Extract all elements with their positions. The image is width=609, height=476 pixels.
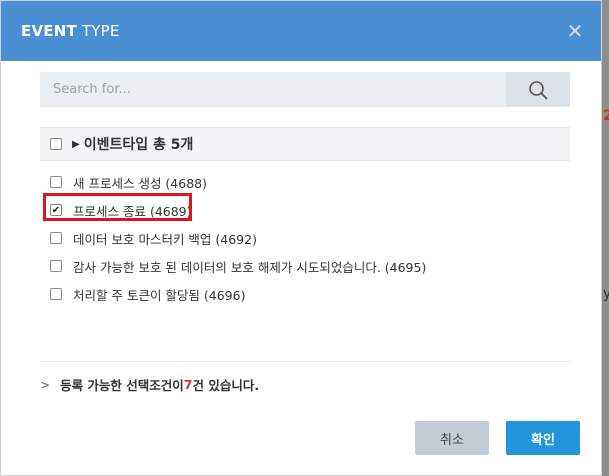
event-type-dialog: EVENT TYPE ✕ ▶ 이벤트타입 총 5개 새 프로세스 생성 (468…: [0, 0, 602, 476]
group-header[interactable]: ▶ 이벤트타입 총 5개: [40, 127, 570, 161]
event-type-list: ▶ 이벤트타입 총 5개 새 프로세스 생성 (4688) ✔ 프로세스 종료 …: [40, 127, 570, 308]
item-checkbox[interactable]: [50, 232, 62, 244]
divider: [40, 361, 570, 362]
event-items: 새 프로세스 생성 (4688) ✔ 프로세스 종료 (4689) 데이터 보호…: [40, 161, 570, 308]
dialog-title-light: TYPE: [76, 22, 120, 40]
chevron-right-icon: >: [40, 377, 51, 392]
item-label: 데이터 보호 마스터키 백업 (4692): [73, 231, 257, 247]
list-item[interactable]: 감사 가능한 보호 된 데이터의 보호 해제가 시도되었습니다. (4695): [40, 252, 570, 280]
item-label: 새 프로세스 생성 (4688): [73, 175, 207, 191]
group-checkbox[interactable]: [50, 138, 62, 150]
search-icon: [529, 80, 548, 99]
selection-highlight-box: [43, 193, 192, 221]
summary-count: 7: [183, 377, 193, 392]
item-label: 감사 가능한 보호 된 데이터의 보호 해제가 시도되었습니다. (4695): [73, 259, 427, 275]
list-item[interactable]: 데이터 보호 마스터키 백업 (4692): [40, 224, 570, 252]
search-input[interactable]: [40, 72, 506, 107]
dialog-header: EVENT TYPE ✕: [1, 1, 601, 61]
close-icon[interactable]: ✕: [565, 21, 585, 41]
summary-prefix: 등록 가능한 선택조건이: [60, 378, 184, 393]
dialog-title-bold: EVENT: [21, 22, 77, 40]
search-bar: [40, 72, 570, 107]
group-label: 이벤트타입 총 5개: [83, 137, 194, 153]
item-checkbox[interactable]: [50, 176, 62, 188]
background-text: 2: [603, 108, 609, 124]
dialog-title: EVENT TYPE: [21, 22, 120, 40]
selection-summary[interactable]: > 등록 가능한 선택조건이 7건 있습니다.: [40, 375, 259, 394]
cancel-button[interactable]: 취소: [415, 421, 489, 455]
background-text: y: [603, 286, 609, 302]
list-item[interactable]: 새 프로세스 생성 (4688): [40, 168, 570, 196]
list-item[interactable]: 처리할 주 토큰이 할당됨 (4696): [40, 280, 570, 308]
summary-suffix: 건 있습니다.: [192, 378, 260, 393]
confirm-button[interactable]: 확인: [506, 421, 580, 455]
search-button[interactable]: [506, 72, 570, 107]
item-label: 처리할 주 토큰이 할당됨 (4696): [73, 287, 246, 303]
expand-caret-icon[interactable]: ▶: [72, 139, 80, 150]
item-checkbox[interactable]: [50, 260, 62, 272]
item-checkbox[interactable]: [50, 288, 62, 300]
